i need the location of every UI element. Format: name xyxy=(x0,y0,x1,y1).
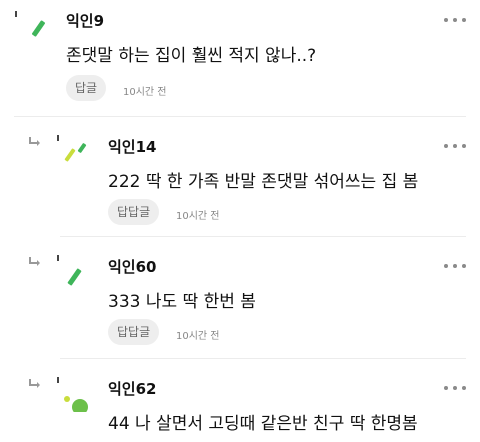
avatar[interactable] xyxy=(56,376,92,412)
reply-button[interactable]: 답답글 xyxy=(108,319,160,345)
more-options-icon[interactable] xyxy=(444,385,466,391)
comment-text: 44 나 살면서 고딩때 같은반 친구 딱 한명봄 xyxy=(108,414,418,434)
reply-item: 익인62 44 나 살면서 고딩때 같은반 친구 딱 한명봄 xyxy=(0,360,480,442)
comment-thread: 익인9 존댓말 하는 집이 훨씬 적지 않나..? 답글 10시간 전 익인14… xyxy=(0,0,480,442)
reply-arrow-icon xyxy=(29,257,40,266)
avatar[interactable] xyxy=(56,254,92,290)
reply-button[interactable]: 답답글 xyxy=(108,199,160,225)
reply-arrow-icon xyxy=(29,137,40,146)
author-name[interactable]: 익인9 xyxy=(66,10,104,31)
author-name[interactable]: 익인14 xyxy=(108,136,156,157)
comment-text: 333 나도 딱 한번 봄 xyxy=(108,292,256,312)
author-name[interactable]: 익인62 xyxy=(108,378,156,399)
more-options-icon[interactable] xyxy=(444,143,466,149)
comment-text: 존댓말 하는 집이 훨씬 적지 않나..? xyxy=(66,46,317,66)
avatar[interactable] xyxy=(56,134,92,170)
more-options-icon[interactable] xyxy=(444,17,466,23)
timestamp: 10시간 전 xyxy=(176,331,220,342)
comment-text: 222 딱 한 가족 반말 존댓말 섞어쓰는 집 봄 xyxy=(108,172,419,192)
author-name[interactable]: 익인60 xyxy=(108,256,156,277)
reply-button[interactable]: 답글 xyxy=(66,75,107,101)
more-options-icon[interactable] xyxy=(444,263,466,269)
timestamp: 10시간 전 xyxy=(176,211,220,222)
timestamp: 10시간 전 xyxy=(123,87,167,98)
reply-item: 익인14 222 딱 한 가족 반말 존댓말 섞어쓰는 집 봄 답답글 10시간… xyxy=(0,118,480,238)
divider xyxy=(60,358,466,359)
reply-item: 익인60 333 나도 딱 한번 봄 답답글 10시간 전 xyxy=(0,238,480,360)
divider xyxy=(60,236,466,237)
reply-arrow-icon xyxy=(29,379,40,388)
comment-item: 익인9 존댓말 하는 집이 훨씬 적지 않나..? 답글 10시간 전 xyxy=(0,0,480,118)
divider xyxy=(14,116,466,117)
avatar[interactable] xyxy=(14,8,50,44)
